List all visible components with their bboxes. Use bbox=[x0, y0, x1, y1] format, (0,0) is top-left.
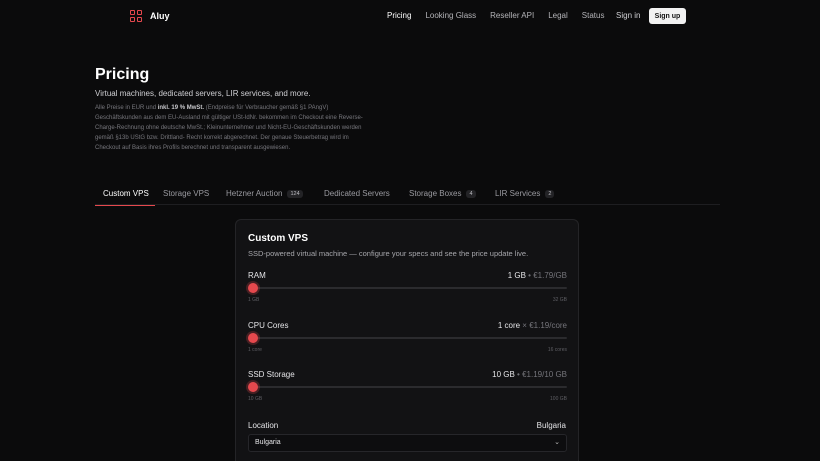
cpu-max-label: 16 cores bbox=[547, 347, 567, 353]
cpu-slider-thumb[interactable] bbox=[248, 333, 258, 343]
card-title: Custom VPS bbox=[248, 233, 309, 244]
nav-reseller-api[interactable]: Reseller API bbox=[490, 11, 534, 20]
tab-storage-vps[interactable]: Storage VPS bbox=[155, 185, 218, 205]
cpu-price: × €1.19/core bbox=[520, 321, 567, 330]
ram-value: 1 GB • €1.79/GB bbox=[508, 271, 567, 280]
tab-storage-boxes[interactable]: Storage Boxes 4 bbox=[401, 185, 487, 205]
location-selected: Bulgaria bbox=[255, 439, 281, 446]
ram-slider-track[interactable] bbox=[252, 287, 567, 289]
tab-dedicated-servers[interactable]: Dedicated Servers bbox=[316, 185, 401, 205]
ssd-slider-track[interactable] bbox=[252, 386, 567, 388]
cpu-label: CPU Cores bbox=[248, 321, 289, 330]
location-label: Location bbox=[248, 421, 279, 430]
sign-in-link[interactable]: Sign in bbox=[616, 11, 640, 20]
tab-custom-vps[interactable]: Custom VPS bbox=[95, 185, 155, 206]
ram-min-label: 1 GB bbox=[248, 297, 260, 303]
tab-lir-services[interactable]: LIR Services 2 bbox=[487, 185, 567, 205]
product-tabs: Custom VPS Storage VPS Hetzner Auction 12… bbox=[95, 185, 720, 206]
vat-notice-bold: inkl. 19 % MwSt. bbox=[157, 105, 205, 111]
tab-label: Storage VPS bbox=[163, 189, 210, 198]
nav-looking-glass[interactable]: Looking Glass bbox=[425, 11, 476, 20]
tab-label: LIR Services bbox=[495, 189, 541, 198]
ram-max-label: 32 GB bbox=[552, 297, 567, 303]
ssd-label: SSD Storage bbox=[248, 370, 295, 379]
ram-label: RAM bbox=[248, 271, 266, 280]
location-value: Bulgaria bbox=[536, 421, 566, 430]
tab-label: Hetzner Auction bbox=[226, 189, 283, 198]
vat-notice-rest: (Endpreise für Verbraucher gemäß §1 PAng… bbox=[95, 105, 363, 151]
tab-label: Storage Boxes bbox=[409, 189, 462, 198]
cpu-min-label: 1 core bbox=[248, 347, 262, 353]
ssd-amount: 10 GB bbox=[492, 370, 515, 379]
brand-name: Aluy bbox=[150, 11, 170, 21]
cpu-slider-row: CPU Cores 1 core × €1.19/core 1 core 16 … bbox=[248, 321, 567, 355]
ram-amount: 1 GB bbox=[507, 271, 526, 280]
ssd-max-label: 100 GB bbox=[550, 396, 567, 402]
ssd-slider-thumb[interactable] bbox=[248, 382, 258, 392]
tab-count-badge: 4 bbox=[466, 190, 476, 198]
logo-grid-icon bbox=[130, 10, 142, 22]
cpu-slider-track[interactable] bbox=[252, 337, 567, 339]
ssd-price: • €1.19/10 GB bbox=[514, 370, 567, 379]
ram-slider-row: RAM 1 GB • €1.79/GB 1 GB 32 GB bbox=[248, 271, 567, 305]
vat-notice-prefix: Alle Preise in EUR und bbox=[95, 105, 158, 111]
cpu-amount: 1 core bbox=[497, 321, 521, 330]
ssd-value: 10 GB • €1.19/10 GB bbox=[492, 370, 567, 379]
main-nav: Pricing Looking Glass Reseller API Legal… bbox=[387, 11, 604, 20]
ssd-slider-row: SSD Storage 10 GB • €1.19/10 GB 10 GB 10… bbox=[248, 370, 567, 404]
custom-vps-card: Custom VPS SSD-powered virtual machine —… bbox=[235, 219, 579, 461]
ssd-min-label: 10 GB bbox=[248, 396, 263, 402]
vat-notice: Alle Preise in EUR und inkl. 19 % MwSt. … bbox=[95, 103, 367, 153]
page-title: Pricing bbox=[95, 66, 150, 83]
cpu-value: 1 core × €1.19/core bbox=[498, 321, 567, 330]
tab-count-badge: 2 bbox=[545, 190, 555, 198]
tab-count-badge: 124 bbox=[287, 190, 303, 198]
top-nav-bar: Aluy Pricing Looking Glass Reseller API … bbox=[0, 0, 820, 34]
brand-logo[interactable]: Aluy bbox=[130, 10, 170, 22]
page-subtitle: Virtual machines, dedicated servers, LIR… bbox=[95, 89, 311, 98]
nav-pricing[interactable]: Pricing bbox=[387, 11, 411, 20]
tab-label: Custom VPS bbox=[103, 189, 149, 198]
sign-up-button[interactable]: Sign up bbox=[649, 8, 686, 24]
location-select[interactable]: Bulgaria ⌄ bbox=[248, 434, 567, 452]
ram-slider-thumb[interactable] bbox=[248, 283, 258, 293]
ram-price: • €1.79/GB bbox=[525, 271, 567, 280]
chevron-down-icon: ⌄ bbox=[554, 439, 560, 446]
card-subtitle: SSD-powered virtual machine — configure … bbox=[248, 249, 529, 258]
nav-legal[interactable]: Legal bbox=[548, 11, 568, 20]
nav-status[interactable]: Status bbox=[582, 11, 605, 20]
tab-label: Dedicated Servers bbox=[324, 189, 390, 198]
tab-hetzner-auction[interactable]: Hetzner Auction 124 bbox=[218, 185, 316, 205]
